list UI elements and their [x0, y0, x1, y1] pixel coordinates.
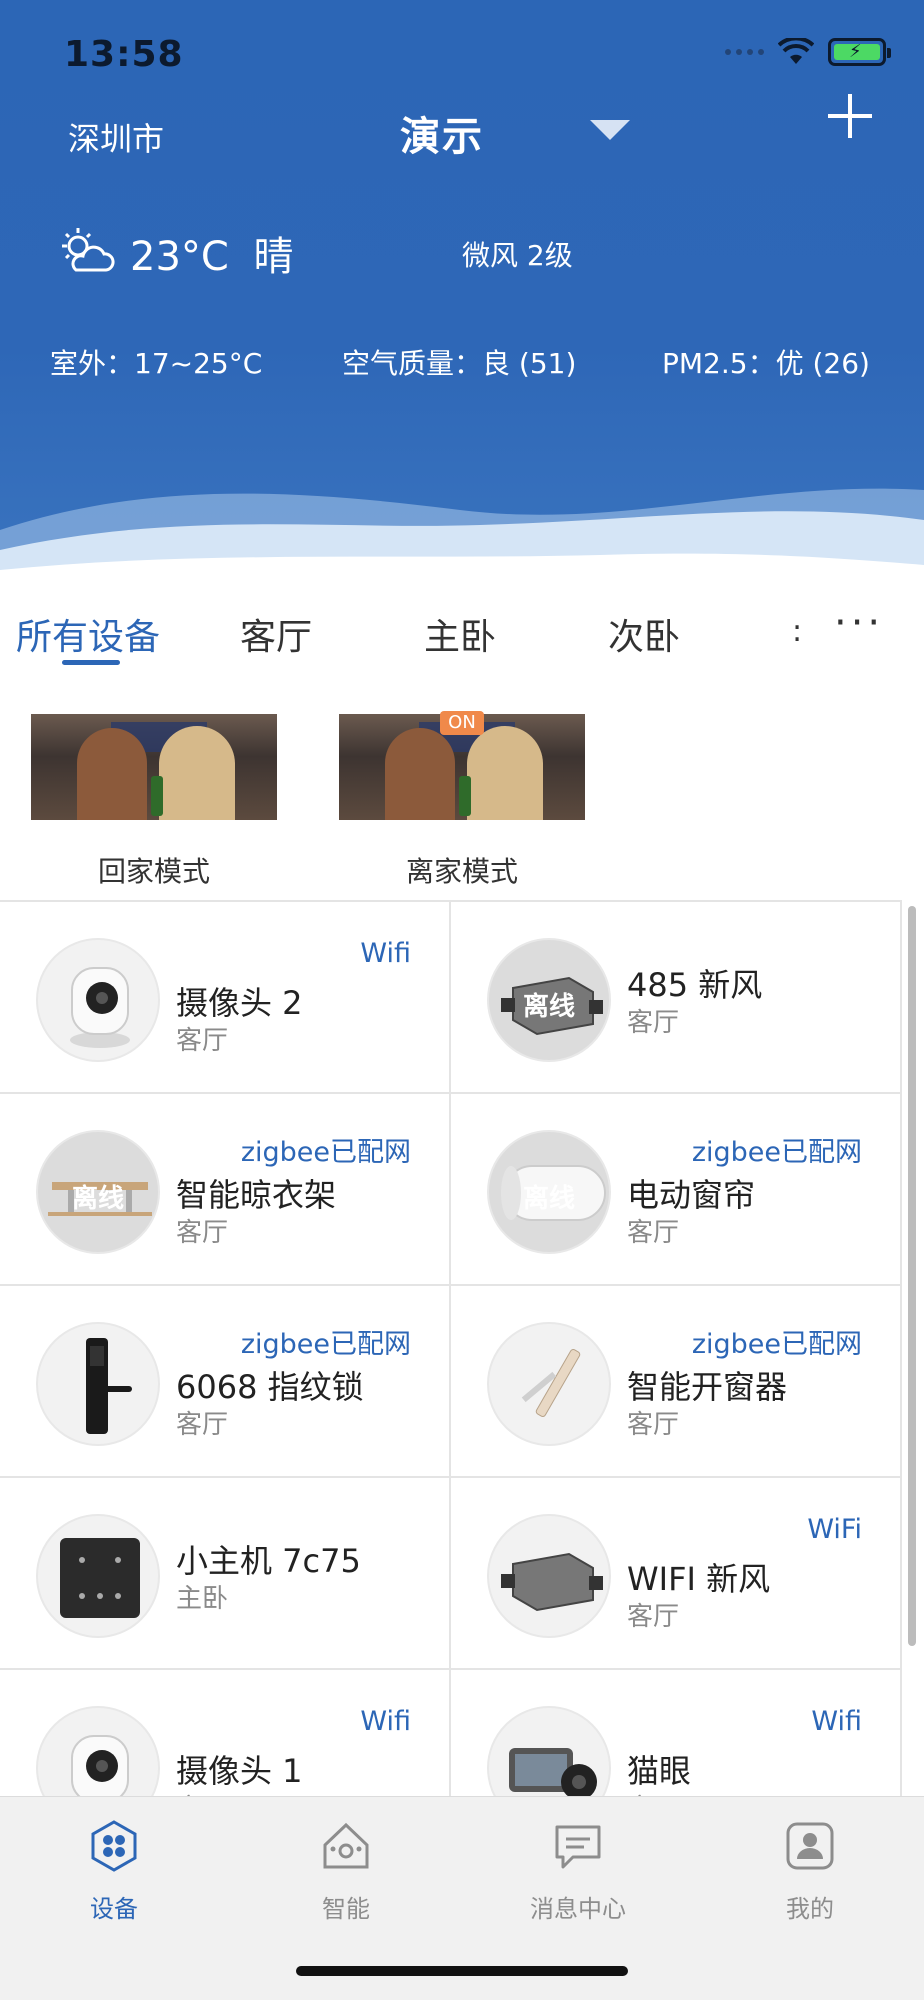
curtain-motor-icon: 离线: [487, 1130, 611, 1254]
nav-label: 消息中心: [530, 1895, 626, 1923]
clothes-rack-icon: 离线: [36, 1130, 160, 1254]
device-name: 电动窗帘: [627, 1176, 756, 1214]
partly-cloudy-icon: [62, 228, 115, 272]
nav-devices[interactable]: 设备: [44, 1819, 184, 1924]
city-label[interactable]: 深圳市: [68, 114, 164, 160]
room-tabs: 所有设备 客厅 主卧 次卧 : ···: [0, 600, 924, 670]
nav-smart[interactable]: 智能: [276, 1819, 416, 1924]
device-card[interactable]: 离线 485 新风客厅: [451, 902, 902, 1094]
camera-icon: [36, 938, 160, 1062]
offline-label: 离线: [522, 1184, 575, 1214]
device-connection-tag: Wifi: [811, 1706, 862, 1737]
scrollbar[interactable]: [908, 906, 916, 1646]
profile-icon: [786, 1822, 834, 1870]
battery-icon: ⚡: [828, 38, 891, 66]
device-grid: 摄像头 2 客厅 Wifi 离线 485 新风 客厅 离线 智能晾衣架 客厅 zigbee已配网离…: [0, 900, 902, 1800]
device-room: 主卧: [176, 1584, 229, 1614]
device-name: 智能开窗器: [627, 1368, 788, 1406]
tab-overflow: :: [792, 614, 803, 649]
air-quality: 空气质量：良 (51): [342, 347, 577, 380]
more-icon[interactable]: ···: [834, 600, 884, 646]
nav-label: 智能: [322, 1895, 370, 1923]
wave-decoration: [0, 488, 924, 580]
current-weather: 23°C 晴: [130, 224, 294, 282]
device-card[interactable]: 离线 电动窗帘客厅 zigbee已配网: [451, 1094, 902, 1286]
device-room: 客厅: [627, 1218, 680, 1248]
offline-label: 离线: [71, 1184, 124, 1214]
device-name: 摄像头 2: [176, 984, 303, 1022]
fingerprint-lock-icon: [36, 1322, 160, 1446]
device-card[interactable]: 摄像头 1客厅Wifi: [0, 1670, 451, 1800]
weather-condition: 晴: [253, 234, 294, 280]
nav-label: 我的: [786, 1895, 834, 1923]
temperature: 23°C: [130, 234, 229, 280]
wifi-icon: [778, 38, 814, 64]
chevron-down-icon[interactable]: [590, 120, 630, 140]
device-name: 摄像头 1: [176, 1752, 303, 1790]
air-purifier-icon: [487, 1514, 611, 1638]
device-name: 智能晾衣架: [176, 1176, 337, 1214]
scene-image: [31, 714, 277, 820]
scene-card[interactable]: 离家模式: [339, 714, 585, 890]
device-name: WIFI 新风: [627, 1560, 771, 1598]
device-card[interactable]: 猫眼客厅Wifi: [451, 1670, 902, 1800]
scene-on-badge: ON: [440, 711, 484, 735]
pm25: PM2.5：优 (26): [662, 347, 870, 380]
device-room: 客厅: [627, 1410, 680, 1440]
tab-indicator: [62, 660, 120, 665]
outdoor-temp: 室外：17~25°C: [50, 347, 263, 380]
header: 13:58 ⚡ 深圳市 演示 23°C 晴 微风 2级 室外：17~25°C 空…: [0, 0, 924, 580]
device-room: 客厅: [627, 1602, 680, 1632]
device-card[interactable]: WIFI 新风客厅 WiFi: [451, 1478, 902, 1670]
tab-second-bedroom[interactable]: 次卧: [608, 608, 680, 660]
device-card[interactable]: 6068 指纹锁客厅 zigbee已配网: [0, 1286, 451, 1478]
window-opener-icon: [487, 1322, 611, 1446]
device-card[interactable]: 摄像头 2 客厅 Wifi: [0, 902, 451, 1094]
home-selector[interactable]: 演示: [400, 104, 484, 162]
device-connection-tag: Wifi: [360, 1706, 411, 1737]
device-name: 小主机 7c75: [176, 1542, 361, 1580]
offline-label: 离线: [522, 992, 575, 1022]
tab-living-room[interactable]: 客厅: [240, 608, 312, 660]
wind-level: 微风 2级: [462, 239, 573, 272]
device-card[interactable]: 离线 智能晾衣架客厅 zigbee已配网: [0, 1094, 451, 1286]
device-connection-tag: WiFi: [807, 1514, 862, 1545]
scene-label: 回家模式: [97, 855, 210, 888]
message-icon: [555, 1825, 601, 1869]
add-icon[interactable]: [826, 92, 874, 140]
door-viewer-icon: [487, 1706, 611, 1800]
device-name: 6068 指纹锁: [176, 1368, 364, 1406]
status-icons: ⚡: [725, 38, 891, 66]
scene-card[interactable]: 回家模式: [31, 714, 277, 890]
nav-profile[interactable]: 我的: [740, 1819, 880, 1924]
device-connection-tag: zigbee已配网: [691, 1137, 862, 1168]
hub-panel-icon: [36, 1514, 160, 1638]
status-time: 13:58: [64, 34, 184, 75]
scene-label: 离家模式: [405, 855, 518, 888]
device-connection-tag: Wifi: [360, 938, 411, 969]
device-room: 客厅: [176, 1026, 229, 1056]
device-room: 客厅: [176, 1410, 229, 1440]
device-connection-tag: zigbee已配网: [691, 1329, 862, 1360]
camera-icon: [36, 1706, 160, 1800]
device-name: 猫眼: [627, 1752, 692, 1790]
nav-label: 设备: [90, 1895, 138, 1923]
device-connection-tag: zigbee已配网: [240, 1329, 411, 1360]
signal-icon: [725, 49, 764, 55]
home-indicator: [296, 1966, 628, 1976]
nav-messages[interactable]: 消息中心: [508, 1819, 648, 1924]
device-card[interactable]: 智能开窗器客厅 zigbee已配网: [451, 1286, 902, 1478]
device-card[interactable]: 小主机 7c75 主卧: [0, 1478, 451, 1670]
tab-all-devices[interactable]: 所有设备: [16, 608, 160, 660]
device-connection-tag: zigbee已配网: [240, 1137, 411, 1168]
smart-home-icon: [323, 1822, 369, 1869]
device-name: 485 新风: [627, 966, 763, 1004]
tab-master-bedroom[interactable]: 主卧: [424, 608, 496, 660]
device-room: 客厅: [627, 1008, 680, 1038]
air-purifier-icon: 离线: [487, 938, 611, 1062]
device-room: 客厅: [176, 1218, 229, 1248]
devices-icon: [91, 1820, 137, 1872]
